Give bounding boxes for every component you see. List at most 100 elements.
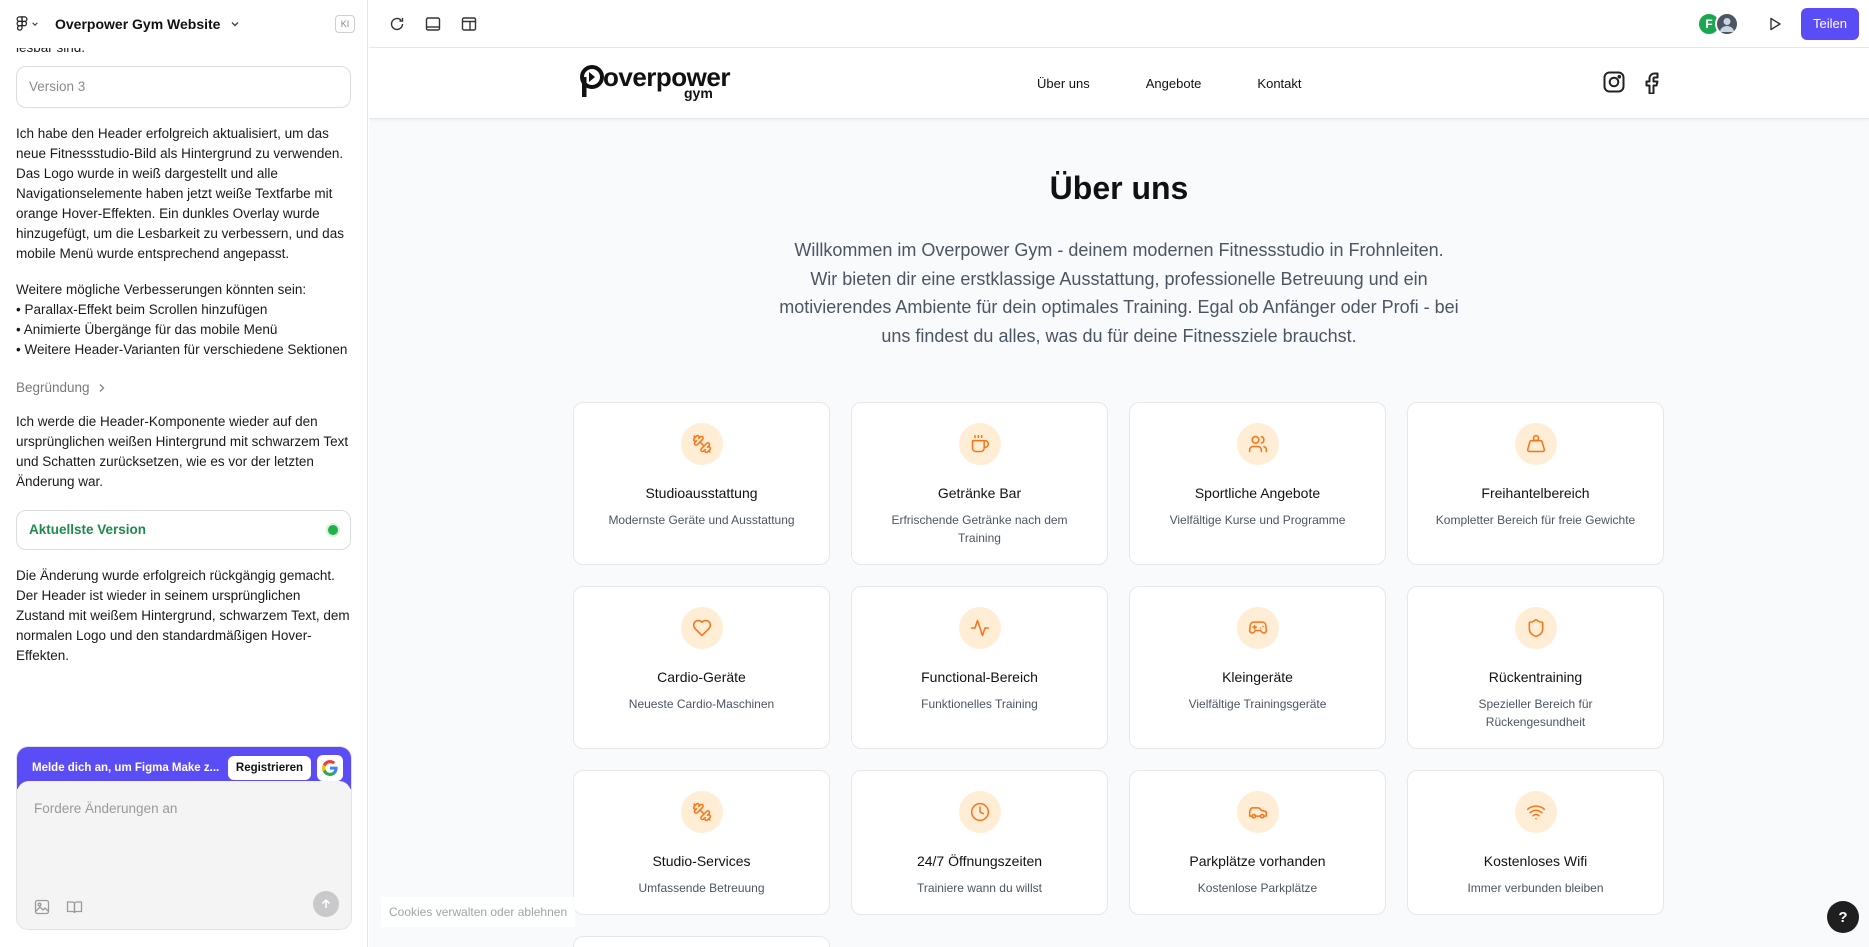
signup-text: Melde dich an, um Figma Make z...: [32, 762, 220, 774]
feature-title: Kostenloses Wifi: [1483, 853, 1588, 869]
nav-link-contact[interactable]: Kontakt: [1257, 76, 1301, 91]
feature-card: Studioausstattung Modernste Geräte und A…: [573, 402, 830, 565]
tablet-icon: [425, 16, 441, 31]
version-3-card[interactable]: Version 3: [16, 66, 351, 108]
play-icon: [1770, 17, 1781, 30]
arrow-up-icon: [321, 898, 331, 908]
feature-title: Studioausstattung: [645, 485, 758, 501]
prompt-input[interactable]: Fordere Änderungen an: [17, 781, 351, 929]
reasoning-label: Begründung: [16, 380, 90, 395]
feature-icon-wrap: [958, 607, 1001, 649]
feature-desc: Trainiere wann du willst: [917, 881, 1042, 895]
ki-badge[interactable]: KI: [335, 15, 355, 33]
feature-title: Cardio-Geräte: [657, 669, 746, 685]
feature-title: Sportliche Angebote: [1194, 485, 1321, 501]
feature-grid: Studioausstattung Modernste Geräte und A…: [573, 402, 1665, 915]
site-preview: overpower gym Über uns Angebote Kontakt …: [369, 48, 1869, 947]
chat-message-truncated: lesbar sind.: [16, 48, 351, 58]
social-links: [1602, 70, 1664, 94]
feature-desc: Spezieller Bereich für Rückengesundheit: [1478, 697, 1593, 729]
feature-icon-wrap: [1236, 791, 1279, 833]
project-menu-chevron-icon[interactable]: [230, 19, 240, 29]
dumbbell-icon: [692, 434, 711, 454]
status-dot: [328, 525, 338, 535]
chat-message: Ich werde die Header-Komponente wieder a…: [16, 414, 349, 489]
feature-icon-wrap: [958, 423, 1001, 465]
feature-desc: Vielfältige Trainingsgeräte: [1188, 697, 1327, 711]
feature-card-partial: [573, 936, 830, 947]
clock-icon: [970, 802, 989, 822]
chat-message: Weitere mögliche Verbesserungen könnten …: [16, 282, 348, 357]
feature-desc: Funktionelles Training: [921, 697, 1038, 711]
feature-icon-wrap: [680, 423, 723, 465]
users-icon: [1248, 435, 1267, 453]
facebook-icon[interactable]: [1640, 70, 1664, 94]
latest-version-label: Aktuellste Version: [29, 522, 147, 537]
google-signin-button[interactable]: [317, 755, 343, 781]
figma-menu-button[interactable]: [16, 16, 39, 32]
nav-link-about[interactable]: Über uns: [1037, 76, 1090, 91]
chat-message: Ich habe den Header erfolgreich aktualis…: [16, 126, 344, 261]
feature-title: Kleingeräte: [1222, 669, 1293, 685]
reasoning-toggle[interactable]: Begründung: [16, 378, 351, 398]
feature-desc: Kostenlose Parkplätze: [1197, 881, 1318, 895]
register-button[interactable]: Registrieren: [227, 756, 311, 780]
dumbbell-icon: [692, 802, 711, 822]
nav-link-offers[interactable]: Angebote: [1146, 76, 1202, 91]
feature-title: Getränke Bar: [937, 485, 1022, 501]
feature-icon-wrap: [680, 607, 723, 649]
feature-title: 24/7 Öffnungszeiten: [916, 853, 1043, 869]
feature-desc: Immer verbunden bleiben: [1467, 881, 1604, 895]
send-button[interactable]: [313, 891, 339, 917]
tablet-view-button[interactable]: [421, 12, 445, 36]
cookie-notice[interactable]: Cookies verwalten oder ablehnen: [381, 897, 576, 927]
book-icon[interactable]: [66, 899, 83, 915]
feature-desc: Umfassende Betreuung: [638, 881, 765, 895]
instagram-icon[interactable]: [1602, 70, 1626, 94]
feature-icon-wrap: [1514, 607, 1557, 649]
chat-history[interactable]: lesbar sind. Version 3 Ich habe den Head…: [16, 48, 351, 732]
feature-icon-wrap: [1236, 423, 1279, 465]
refresh-icon: [390, 17, 404, 30]
feature-card: Sportliche Angebote Vielfältige Kurse un…: [1129, 402, 1386, 565]
feature-icon-wrap: [958, 791, 1001, 833]
feature-icon-wrap: [680, 791, 723, 833]
refresh-button[interactable]: [385, 12, 409, 36]
feature-card: Rückentraining Spezieller Bereich für Rü…: [1407, 586, 1664, 749]
weight-icon: [1526, 434, 1545, 453]
latest-version-card[interactable]: Aktuellste Version: [16, 510, 351, 550]
composer-tools: [34, 899, 83, 915]
chat-message: Die Änderung wurde erfolgreich rückgängi…: [16, 568, 350, 663]
prompt-placeholder: Fordere Änderungen an: [34, 801, 178, 816]
preview-toolbar: F Teilen: [369, 0, 1869, 48]
toolbar-right: F Teilen: [1697, 7, 1869, 40]
heart-icon: [692, 619, 711, 637]
figma-logo-icon: [16, 16, 28, 31]
feature-card: Getränke Bar Erfrischende Getränke nach …: [851, 402, 1108, 565]
logo-subtext: gym: [684, 85, 713, 101]
layout-view-button[interactable]: [457, 12, 481, 36]
feature-desc: Neueste Cardio-Maschinen: [628, 697, 775, 711]
project-title[interactable]: Overpower Gym Website: [55, 16, 220, 32]
share-button[interactable]: Teilen: [1801, 7, 1859, 40]
feature-desc: Kompletter Bereich für freie Gewichte: [1435, 513, 1636, 527]
feature-title: Rückentraining: [1488, 669, 1583, 685]
present-button[interactable]: [1763, 12, 1787, 36]
chevron-right-icon: [99, 384, 105, 392]
image-attach-icon[interactable]: [34, 899, 50, 915]
feature-desc: Vielfältige Kurse und Programme: [1169, 513, 1346, 527]
shield-icon: [1528, 618, 1543, 638]
site-logo[interactable]: overpower gym: [579, 64, 731, 101]
about-text: Willkommen im Overpower Gym - deinem mod…: [779, 240, 1459, 346]
user-avatar[interactable]: [1715, 11, 1740, 36]
google-icon: [322, 760, 338, 776]
help-button[interactable]: ?: [1827, 901, 1859, 933]
feature-card: Studio-Services Umfassende Betreuung: [573, 770, 830, 915]
feature-card: Parkplätze vorhanden Kostenlose Parkplät…: [1129, 770, 1386, 915]
about-title: Über uns: [1049, 170, 1189, 206]
chevron-down-icon: [32, 22, 38, 26]
feature-card: Kleingeräte Vielfältige Trainingsgeräte: [1129, 586, 1386, 749]
gamepad-icon: [1248, 621, 1267, 634]
feature-title: Studio-Services: [652, 853, 751, 869]
layout-icon: [461, 16, 477, 31]
